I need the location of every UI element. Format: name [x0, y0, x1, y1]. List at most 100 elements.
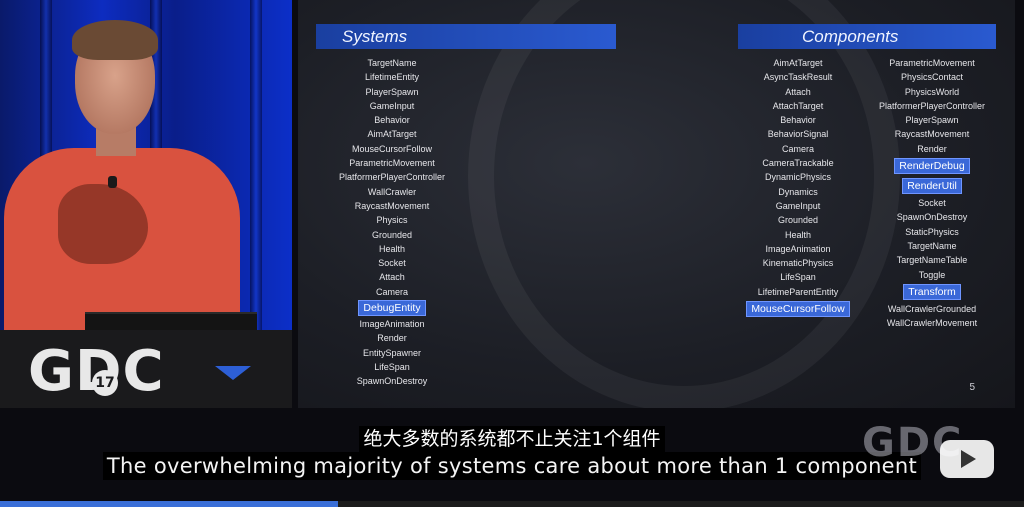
component-item-label: StaticPhysics: [905, 226, 959, 237]
component-item-label: AsyncTaskResult: [763, 72, 833, 83]
slide-page-number: 5: [969, 382, 975, 393]
component-item-label: DynamicPhysics: [764, 172, 831, 183]
system-item-label: LifetimeEntity: [364, 72, 420, 83]
speaker-video: GDC 17: [0, 0, 292, 408]
component-item: PhysicsContact: [864, 70, 1000, 84]
component-item-label: CameraTrackable: [762, 158, 834, 169]
component-item: RaycastMovement: [864, 127, 1000, 141]
system-item: SpawnOnDestroy: [322, 374, 462, 388]
system-item-label: MouseCursorFollow: [351, 143, 433, 154]
component-item-label: Socket: [918, 198, 946, 209]
components-header-bar: Components: [738, 24, 996, 49]
system-item-label: Attach: [379, 272, 405, 283]
system-item: PlatformerPlayerController: [322, 170, 462, 184]
speaker-hair: [72, 20, 158, 60]
component-item-label: ParametricMovement: [889, 58, 975, 68]
component-item: ImageAnimation: [728, 242, 868, 256]
component-item-label: WallCrawlerGrounded: [887, 303, 977, 314]
system-item: Attach: [322, 270, 462, 284]
component-item: Socket: [864, 196, 1000, 210]
curtain-fold: [250, 0, 262, 330]
component-item-label: TargetNameTable: [896, 255, 968, 266]
system-item: ParametricMovement: [322, 156, 462, 170]
system-item: ImageAnimation: [322, 317, 462, 331]
system-item: TargetName: [322, 56, 462, 70]
system-item-label: WallCrawler: [367, 186, 417, 197]
component-item: Dynamics: [728, 185, 868, 199]
component-item: Grounded: [728, 213, 868, 227]
component-item-label: AimAtTarget: [773, 58, 823, 68]
component-item-label: PlayerSpawn: [905, 115, 959, 126]
component-item: Toggle: [864, 268, 1000, 282]
component-item: PhysicsWorld: [864, 85, 1000, 99]
components-list-left: AimAtTarget AsyncTaskResult Attach AttachTa…: [728, 56, 868, 319]
component-item-label: WallCrawlerMovement: [886, 318, 978, 329]
system-item: EntitySpawner: [322, 346, 462, 360]
component-item-label: PhysicsWorld: [904, 86, 960, 97]
system-item-label: SpawnOnDestroy: [356, 376, 428, 387]
component-item-label: SpawnOnDestroy: [896, 212, 968, 223]
components-header: Components: [802, 27, 899, 46]
component-item-label: BehaviorSignal: [767, 129, 829, 140]
system-item: Grounded: [322, 228, 462, 242]
lapel-mic: [108, 176, 117, 188]
component-item-label: LifetimeParentEntity: [757, 286, 839, 297]
system-item-label: PlatformerPlayerController: [338, 172, 446, 183]
system-item: Camera: [322, 285, 462, 299]
component-item-label: Health: [784, 229, 811, 240]
system-item-label: PlayerSpawn: [365, 86, 419, 97]
component-item-label: LifeSpan: [780, 272, 816, 283]
component-item-label: Camera: [781, 143, 814, 154]
system-item: WallCrawler: [322, 185, 462, 199]
component-item-label: Dynamics: [778, 186, 818, 197]
system-item: AimAtTarget: [322, 127, 462, 141]
component-item: WallCrawlerMovement: [864, 316, 1000, 330]
system-item-highlighted: DebugEntity: [322, 299, 462, 317]
system-item: Physics: [322, 213, 462, 227]
component-item-label: PhysicsContact: [900, 72, 964, 83]
component-item-label: PlatformerPlayerController: [878, 100, 986, 111]
system-item-label: ParametricMovement: [349, 158, 435, 169]
component-item: Render: [864, 142, 1000, 156]
component-item: KinematicPhysics: [728, 256, 868, 270]
play-button[interactable]: [940, 440, 994, 478]
component-item: CameraTrackable: [728, 156, 868, 170]
system-item-label: Render: [377, 333, 407, 344]
component-item: BehaviorSignal: [728, 127, 868, 141]
component-item-label: GameInput: [775, 200, 821, 211]
component-item: LifetimeParentEntity: [728, 285, 868, 299]
system-item-label: TargetName: [367, 58, 417, 68]
system-item: LifetimeEntity: [322, 70, 462, 84]
component-item-label: RaycastMovement: [894, 129, 970, 140]
component-item: WallCrawlerGrounded: [864, 302, 1000, 316]
component-item-label: Attach: [785, 86, 811, 97]
component-item: DynamicPhysics: [728, 170, 868, 184]
progress-bar-fill: [0, 501, 338, 507]
component-item-highlighted: RenderDebug: [864, 156, 1000, 176]
component-item-label: AttachTarget: [772, 100, 824, 111]
systems-header-bar: Systems: [316, 24, 616, 49]
component-item-label: MouseCursorFollow: [746, 301, 850, 318]
component-item: LifeSpan: [728, 270, 868, 284]
component-item: SpawnOnDestroy: [864, 210, 1000, 224]
component-item-label: Render: [917, 143, 947, 154]
component-item: Camera: [728, 142, 868, 156]
system-item: RaycastMovement: [322, 199, 462, 213]
system-item-label: Physics: [376, 215, 408, 226]
system-item-label: Camera: [375, 286, 408, 297]
component-item-label: ImageAnimation: [765, 243, 831, 254]
play-icon: [961, 450, 976, 468]
system-item-label: AimAtTarget: [367, 129, 417, 140]
progress-bar[interactable]: [0, 501, 1024, 507]
component-item: Behavior: [728, 113, 868, 127]
component-item: Health: [728, 228, 868, 242]
component-item: AsyncTaskResult: [728, 70, 868, 84]
system-item-label: Socket: [378, 258, 406, 269]
systems-list: TargetName LifetimeEntity PlayerSpawn GameI…: [322, 56, 462, 389]
component-item-label: Behavior: [780, 115, 816, 126]
component-item-label: Toggle: [918, 269, 946, 280]
component-item-highlighted: Transform: [864, 282, 1000, 302]
component-item-label: KinematicPhysics: [762, 258, 834, 269]
system-item-label: DebugEntity: [358, 300, 426, 317]
presentation-slide: Systems Components TargetName LifetimeEnt…: [298, 0, 1015, 408]
